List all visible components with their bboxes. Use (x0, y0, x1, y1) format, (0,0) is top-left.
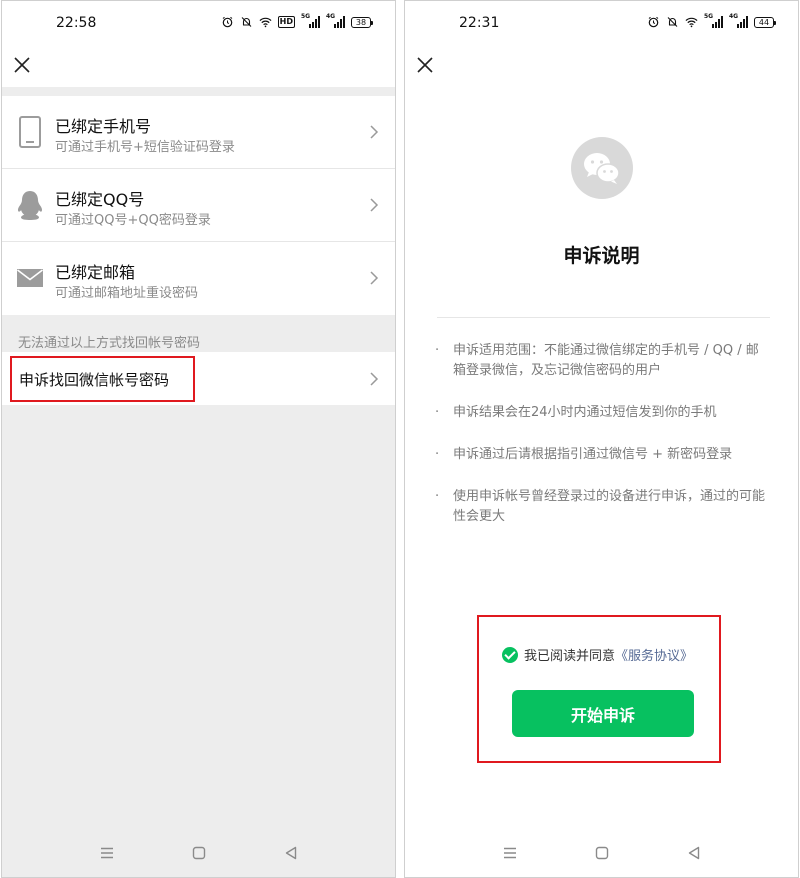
chevron-right-icon (370, 271, 379, 285)
top-bar (2, 45, 395, 87)
bullet-item: · 使用申诉帐号曾经登录过的设备进行申诉，通过的可能性会更大 (435, 487, 767, 527)
screenshot-root: 22:58 HD 5G 4G 38 已绑定手机号 可通过手机号+短信验证码登录 (0, 0, 800, 878)
bullet-text: 申诉通过后请根据指引通过微信号 + 新密码登录 (453, 447, 733, 462)
item-title: 已绑定邮箱 (55, 263, 136, 282)
wifi-icon (685, 17, 698, 28)
menu-icon[interactable] (502, 845, 518, 861)
signal-4g: 4G (729, 13, 748, 28)
chevron-right-icon (370, 372, 379, 386)
status-bar: 22:58 HD 5G 4G 38 (2, 1, 395, 45)
signal-5g: 5G (704, 13, 723, 28)
mute-icon (241, 17, 252, 27)
phone-icon (19, 116, 41, 148)
status-icons: 5G 4G 44 (647, 13, 776, 28)
appeal-recover-item[interactable]: 申诉找回微信帐号密码 (2, 352, 395, 405)
bound-methods-list: 已绑定手机号 可通过手机号+短信验证码登录 已绑定QQ号 可通过QQ号+QQ密码… (2, 96, 395, 315)
home-icon[interactable] (594, 845, 610, 861)
chevron-right-icon (370, 125, 379, 139)
status-time: 22:58 (56, 15, 97, 31)
divider (437, 317, 770, 318)
top-bar (405, 45, 798, 87)
mail-icon (17, 269, 43, 287)
bullet-item: · 申诉适用范围：不能通过微信绑定的手机号 / QQ / 邮箱登录微信，及忘记微信… (435, 341, 767, 381)
hd-badge: HD (277, 16, 295, 28)
mute-icon (667, 17, 678, 27)
agreement-row: 我已阅读并同意 《服务协议》 (502, 645, 693, 664)
wechat-logo-icon (571, 137, 633, 199)
wechat-bubbles-icon (584, 153, 620, 184)
bullet-text: 使用申诉帐号曾经登录过的设备进行申诉，通过的可能性会更大 (453, 489, 766, 524)
right-phone-screen: 22:31 5G 4G 44 申诉说明 · 申诉适用范围：不能通过微信绑定的手机… (404, 0, 799, 878)
status-icons: HD 5G 4G 38 (221, 13, 373, 28)
agreement-text: 我已阅读并同意 (524, 649, 616, 664)
left-phone-screen: 22:58 HD 5G 4G 38 已绑定手机号 可通过手机号+短信验证码登录 (1, 0, 396, 878)
chevron-right-icon (370, 198, 379, 212)
page-title: 申诉说明 (563, 245, 640, 267)
menu-icon[interactable] (99, 845, 115, 861)
item-subtitle: 可通过QQ号+QQ密码登录 (55, 213, 211, 228)
check-circle-icon[interactable] (502, 646, 518, 663)
alarm-icon (648, 16, 659, 28)
appeal-recover-label: 申诉找回微信帐号密码 (19, 371, 170, 389)
bullet-text: 申诉结果会在24小时内通过短信发到你的手机 (453, 405, 717, 420)
signal-5g: 5G (301, 13, 320, 28)
close-icon[interactable] (415, 55, 435, 75)
bound-email-item[interactable]: 已绑定邮箱 可通过邮箱地址重设密码 (2, 242, 395, 315)
item-subtitle: 可通过邮箱地址重设密码 (55, 286, 199, 301)
item-subtitle: 可通过手机号+短信验证码登录 (55, 140, 235, 155)
battery-indicator: 38 (351, 16, 373, 28)
section-label: 无法通过以上方式找回帐号密码 (18, 336, 201, 351)
service-agreement-link[interactable]: 《服务协议》 (615, 645, 693, 664)
bullet-text: 申诉适用范围：不能通过微信绑定的手机号 / QQ / 邮箱登录微信，及忘记微信密… (453, 343, 759, 378)
back-icon[interactable] (686, 845, 702, 861)
item-title: 已绑定手机号 (55, 117, 152, 136)
back-icon[interactable] (283, 845, 299, 861)
start-appeal-button[interactable]: 开始申诉 (512, 690, 694, 737)
close-icon[interactable] (12, 55, 32, 75)
wifi-icon (259, 17, 272, 28)
bullet-item: · 申诉通过后请根据指引通过微信号 + 新密码登录 (435, 445, 767, 465)
bullet-item: · 申诉结果会在24小时内通过短信发到你的手机 (435, 403, 767, 423)
signal-4g: 4G (326, 13, 345, 28)
system-nav-bar (2, 829, 395, 877)
status-time: 22:31 (459, 15, 500, 31)
battery-indicator: 44 (754, 16, 776, 28)
qq-penguin-icon (17, 191, 43, 220)
bound-phone-item[interactable]: 已绑定手机号 可通过手机号+短信验证码登录 (2, 96, 395, 169)
highlight-box (477, 615, 721, 763)
system-nav-bar (405, 829, 798, 877)
item-title: 已绑定QQ号 (55, 190, 145, 209)
home-icon[interactable] (191, 845, 207, 861)
alarm-icon (222, 16, 232, 28)
status-bar: 22:31 5G 4G 44 (405, 1, 798, 45)
bound-qq-item[interactable]: 已绑定QQ号 可通过QQ号+QQ密码登录 (2, 169, 395, 242)
